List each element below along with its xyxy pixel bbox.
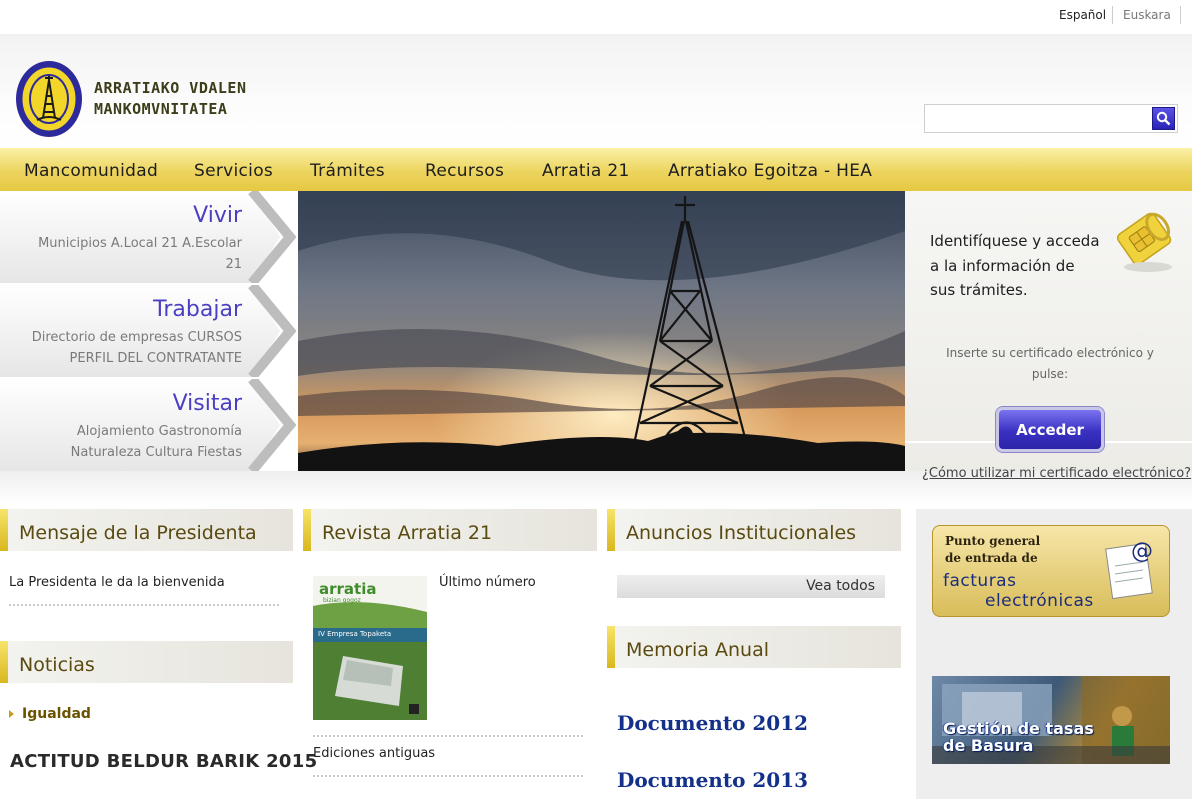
login-subtext: Inserte su certificado electrónico y pul… [946, 346, 1154, 381]
section-title[interactable]: Anuncios Institucionales [626, 522, 856, 544]
hero-image [298, 191, 905, 471]
main-nav: Mancomunidad Servicios Trámites Recursos… [0, 148, 1192, 191]
logo-emblem-icon[interactable] [15, 60, 83, 138]
ediciones-antiguas-link[interactable]: Ediciones antiguas [313, 746, 435, 761]
nav-servicios[interactable]: Servicios [194, 161, 273, 181]
invoice-at-icon: @ [1105, 539, 1153, 600]
panel-visitar[interactable]: Visitar Alojamiento Gastronomía Naturale… [0, 379, 298, 471]
news-item-igualdad[interactable]: Igualdad [22, 706, 91, 722]
documento-2012-link[interactable]: Documento 2012 [617, 711, 808, 735]
section-title[interactable]: Memoria Anual [626, 639, 769, 661]
facturas-electronicas-banner[interactable]: Punto general de entrada de facturas ele… [932, 525, 1170, 617]
magazine-cover-image[interactable]: arratia bizian gogoz IV Empresa Topaketa [313, 576, 427, 720]
logo-line1: ARRATIAKO VDALEN [94, 79, 247, 97]
section-header-revista: Revista Arratia 21 [303, 509, 597, 551]
gestion-tasas-basura-banner[interactable]: Gestión de tasas de Basura [932, 676, 1170, 764]
ultimo-numero-link[interactable]: Último número [439, 575, 536, 590]
panel-links-line[interactable]: Municipios A.Local 21 A.Escolar [2, 233, 242, 254]
banner-text-line: Gestión de tasas [943, 719, 1094, 738]
panel-links-line[interactable]: Alojamiento Gastronomía [2, 421, 242, 442]
lang-eu-link[interactable]: Euskara [1123, 8, 1171, 22]
banner-title: facturas electrónicas [943, 571, 1094, 611]
lang-es-link[interactable]: Español [1059, 8, 1106, 22]
section-header-anuncios: Anuncios Institucionales [607, 509, 901, 551]
documento-2013-link[interactable]: Documento 2013 [617, 768, 808, 792]
header: ARRATIAKO VDALEN MANKOMVNITATEA [0, 34, 1192, 148]
panel-links-line[interactable]: PERFIL DEL CONTRATANTE [2, 348, 242, 369]
login-panel: Identifíquese y acceda a la información … [905, 191, 1192, 481]
panel-links-visitar: Alojamiento Gastronomía Naturaleza Cultu… [2, 421, 242, 463]
logo-text[interactable]: ARRATIAKO VDALEN MANKOMVNITATEA [94, 78, 247, 120]
side-menu: Vivir Municipios A.Local 21 A.Escolar 21… [0, 191, 298, 471]
section-header-memoria: Memoria Anual [607, 626, 901, 668]
panel-links-line[interactable]: Directorio de empresas CURSOS [2, 327, 242, 348]
panel-title-trabajar[interactable]: Trabajar [153, 297, 242, 322]
login-text: Identifíquese y acceda a la información … [930, 232, 1100, 299]
divider [313, 735, 583, 737]
nav-arratia-21[interactable]: Arratia 21 [542, 161, 630, 181]
section-title[interactable]: Mensaje de la Presidenta [19, 522, 257, 544]
panel-links-line[interactable]: Naturaleza Cultura Fiestas [2, 442, 242, 463]
search-input[interactable] [924, 104, 1178, 133]
language-bar: Español Euskara [0, 0, 1192, 34]
svg-text:@: @ [1131, 539, 1153, 564]
divider [1180, 6, 1181, 24]
nav-mancomunidad[interactable]: Mancomunidad [24, 161, 158, 181]
panel-title-visitar[interactable]: Visitar [173, 391, 242, 416]
divider [9, 604, 279, 606]
nav-arratiako-egoitza[interactable]: Arratiako Egoitza - HEA [668, 161, 872, 181]
panel-trabajar[interactable]: Trabajar Directorio de empresas CURSOS P… [0, 285, 298, 377]
panel-title-vivir[interactable]: Vivir [193, 203, 242, 228]
panel-links-trabajar: Directorio de empresas CURSOS PERFIL DEL… [2, 327, 242, 369]
news-headline[interactable]: ACTITUD BELDUR BARIK 2015 [10, 751, 317, 772]
vea-todos-link[interactable]: Vea todos [806, 578, 875, 594]
acceder-button[interactable]: Acceder [996, 407, 1104, 452]
section-title[interactable]: Revista Arratia 21 [322, 522, 492, 544]
search-icon [1156, 111, 1171, 126]
panel-vivir[interactable]: Vivir Municipios A.Local 21 A.Escolar 21 [0, 191, 298, 283]
panel-links-vivir: Municipios A.Local 21 A.Escolar 21 [2, 233, 242, 275]
divider [1112, 6, 1113, 24]
smartcard-icon [1116, 212, 1172, 272]
section-header-noticias: Noticias [0, 641, 293, 683]
banner-text-line: facturas [943, 571, 1017, 591]
section-header-presidenta: Mensaje de la Presidenta [0, 509, 293, 551]
divider [313, 775, 583, 777]
nav-recursos[interactable]: Recursos [425, 161, 504, 181]
search-button[interactable] [1152, 107, 1175, 130]
banner-text-line: Punto general [945, 534, 1041, 548]
presidenta-welcome-link[interactable]: La Presidenta le da la bienvenida [9, 575, 225, 590]
vea-todos-bar[interactable]: Vea todos [617, 575, 885, 598]
magazine-cover-subtitle: bizian gogoz [323, 597, 361, 604]
banner-title: Gestión de tasas de Basura [943, 720, 1094, 754]
logo-line2: MANKOMVNITATEA [94, 100, 228, 118]
section-title[interactable]: Noticias [19, 654, 95, 676]
cert-help-link[interactable]: ¿Cómo utilizar mi certificado electrónic… [922, 466, 1191, 481]
bullet-icon [9, 710, 14, 718]
banner-text-line: electrónicas [985, 591, 1094, 611]
panel-links-line[interactable]: 21 [2, 254, 242, 275]
nav-tramites[interactable]: Trámites [310, 161, 385, 181]
banner-text-line: de Basura [943, 736, 1034, 755]
banner-subtitle: Punto general de entrada de [945, 533, 1040, 567]
magazine-cover-title: arratia [319, 580, 377, 598]
magazine-cover-band: IV Empresa Topaketa [318, 630, 392, 638]
banner-text-line: de entrada de [945, 551, 1038, 565]
